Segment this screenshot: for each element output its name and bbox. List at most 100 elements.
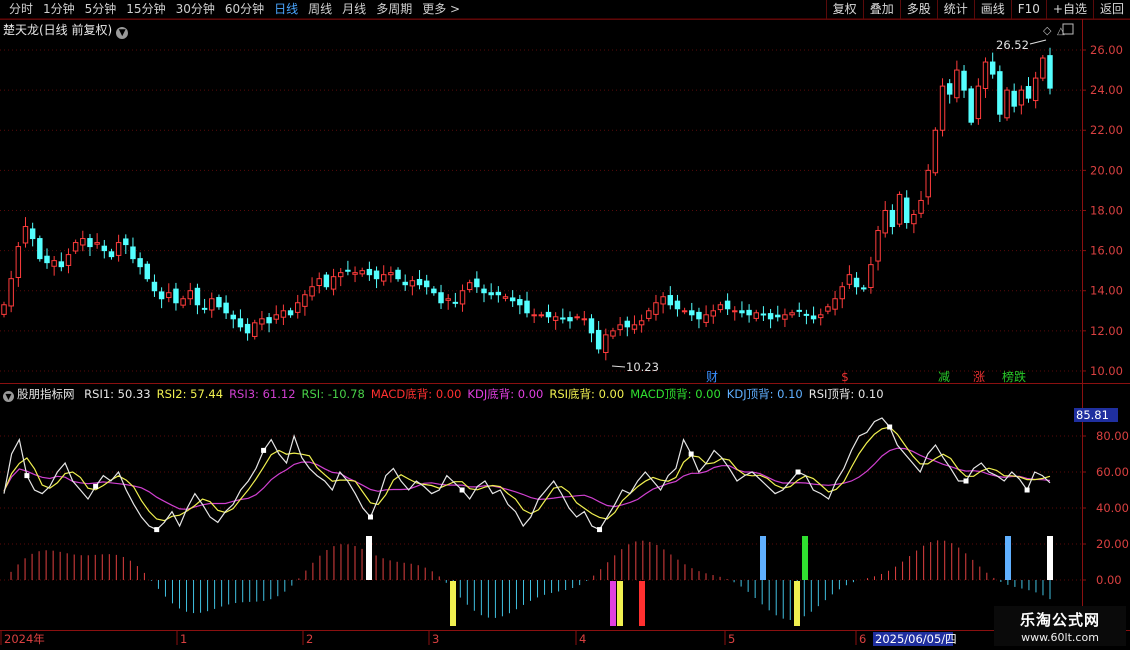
candle-body bbox=[581, 318, 588, 321]
y-tick-label: 20.00 bbox=[1096, 537, 1129, 551]
indicator-value: RSI3: 61.12 bbox=[229, 387, 296, 401]
chevron-down-icon[interactable]: ▼ bbox=[116, 27, 129, 39]
chevron-up-icon: △ bbox=[1057, 26, 1065, 37]
candle-body bbox=[925, 169, 931, 198]
candle-body bbox=[1011, 90, 1017, 107]
candle-body bbox=[488, 292, 494, 296]
rsi-marker bbox=[688, 451, 694, 457]
event-marker: 财 bbox=[706, 370, 718, 384]
event-marker: 减 bbox=[938, 370, 950, 384]
rsi1-line bbox=[3, 417, 1051, 531]
y-tick-label: 12.00 bbox=[1090, 324, 1123, 338]
candle-body bbox=[681, 310, 688, 313]
event-marker: $ bbox=[841, 370, 849, 384]
divergence-signal-bar bbox=[802, 536, 808, 580]
low-price-label: 10.23 bbox=[626, 360, 659, 374]
candle-body bbox=[825, 306, 831, 312]
candle-body bbox=[710, 310, 716, 317]
divergence-signal-bar bbox=[617, 581, 623, 626]
divergence-signal-bar bbox=[610, 581, 616, 626]
y-tick-label: 40.00 bbox=[1096, 501, 1129, 515]
candle-body bbox=[803, 313, 810, 316]
candle-body bbox=[882, 209, 888, 234]
candle-body bbox=[954, 69, 960, 99]
candle-body bbox=[359, 270, 365, 275]
y-tick-label: 22.00 bbox=[1090, 123, 1123, 137]
candle-body bbox=[975, 85, 982, 120]
candle-body bbox=[545, 311, 552, 318]
candle-body bbox=[939, 85, 946, 131]
indicator-value: RSI顶背: 0.10 bbox=[808, 387, 884, 401]
candle-body bbox=[524, 300, 530, 314]
high-price-label: 26.52 bbox=[996, 38, 1029, 52]
candle-body bbox=[767, 313, 774, 320]
candle-body bbox=[115, 242, 122, 256]
candle-body bbox=[567, 317, 573, 322]
candle-body bbox=[345, 269, 351, 272]
y-tick-label: 60.00 bbox=[1096, 465, 1129, 479]
candle-body bbox=[44, 255, 50, 264]
candle-body bbox=[846, 274, 853, 285]
candle-body bbox=[37, 238, 43, 260]
candle-body bbox=[1047, 55, 1053, 89]
rsi-marker bbox=[367, 514, 373, 520]
rsi-marker bbox=[459, 487, 465, 493]
y-tick-label: 18.00 bbox=[1090, 203, 1123, 217]
indicator-value: KDJ顶背: 0.10 bbox=[726, 387, 803, 401]
candle-body bbox=[1040, 57, 1046, 79]
candle-body bbox=[87, 238, 93, 248]
y-tick-label: 0.00 bbox=[1096, 573, 1122, 587]
y-tick-label: 26.00 bbox=[1090, 43, 1123, 57]
candle-body bbox=[51, 260, 57, 267]
candle-body bbox=[861, 287, 867, 290]
candle-body bbox=[380, 274, 387, 282]
candle-body bbox=[388, 272, 394, 276]
indicator-name[interactable]: 股朋指标网 bbox=[17, 387, 75, 401]
event-marker: 榜跌 bbox=[1002, 369, 1026, 384]
candle-body bbox=[201, 307, 208, 310]
candle-body bbox=[782, 314, 788, 320]
candle-body bbox=[903, 197, 910, 224]
divergence-signal-bar bbox=[639, 581, 645, 626]
chevron-down-icon[interactable]: ▼ bbox=[3, 391, 14, 402]
candle-body bbox=[29, 228, 36, 240]
indicator-value: RSI: -10.78 bbox=[301, 387, 365, 401]
stock-chart[interactable]: 26.0024.0022.0020.0018.0016.0014.0012.00… bbox=[0, 0, 1130, 650]
candle-body bbox=[624, 320, 631, 328]
candle-body bbox=[409, 280, 416, 287]
y-tick-label: 24.00 bbox=[1090, 83, 1123, 97]
candle-body bbox=[280, 310, 287, 318]
candle-body bbox=[130, 246, 136, 260]
candle-body bbox=[423, 280, 430, 288]
y-tick-label: 14.00 bbox=[1090, 284, 1123, 298]
candle-body bbox=[875, 230, 881, 262]
candle-body bbox=[158, 291, 165, 300]
candle-body bbox=[259, 318, 265, 325]
candle-body bbox=[466, 282, 473, 291]
candle-body bbox=[65, 254, 72, 266]
candle-body bbox=[166, 292, 172, 299]
candle-body bbox=[15, 246, 22, 278]
candle-body bbox=[123, 238, 129, 246]
candle-body bbox=[760, 313, 767, 316]
candle-body bbox=[287, 310, 294, 316]
y-tick-label: 80.00 bbox=[1096, 429, 1129, 443]
rsi-marker bbox=[93, 483, 99, 489]
candle-body bbox=[252, 322, 258, 337]
divergence-signal-bar bbox=[794, 581, 800, 626]
candle-body bbox=[703, 314, 709, 323]
divergence-signal-bar bbox=[1005, 536, 1011, 580]
candle-body bbox=[80, 238, 86, 246]
rsi-marker bbox=[597, 527, 603, 533]
stock-title-text: 楚天龙(日线 前复权) bbox=[3, 23, 113, 37]
candle-body bbox=[352, 272, 358, 275]
candle-body bbox=[266, 317, 272, 324]
candle-body bbox=[194, 287, 201, 306]
candle-body bbox=[653, 302, 659, 315]
candle-body bbox=[660, 296, 666, 305]
candle-body bbox=[209, 298, 215, 311]
candle-body bbox=[438, 292, 444, 304]
candle-body bbox=[1032, 77, 1039, 102]
rsi2-line bbox=[3, 426, 1051, 522]
candle-body bbox=[638, 320, 645, 326]
